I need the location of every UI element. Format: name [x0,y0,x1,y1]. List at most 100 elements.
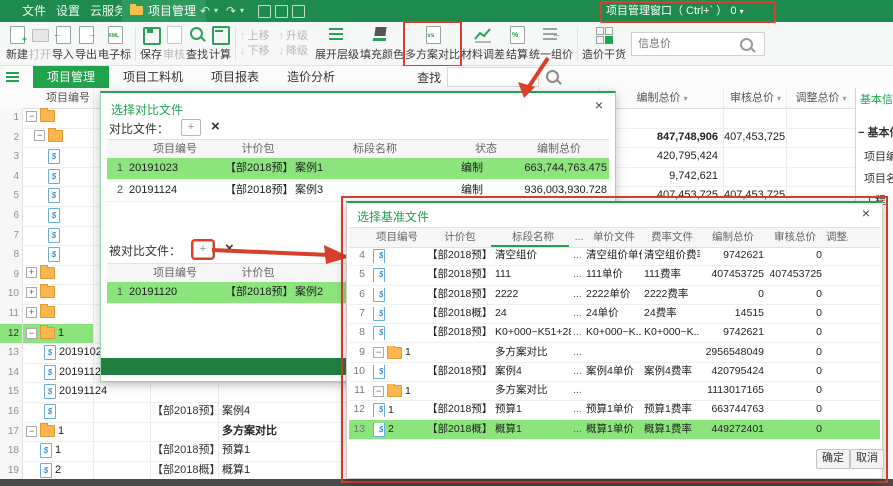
downgrade-button[interactable]: ↓ 降级 [279,44,309,59]
collapse-icon[interactable]: − [373,347,384,358]
table-row[interactable]: 8$【部2018预】K0+000~K51+282...K0+000~K...K0… [349,323,880,344]
level-group: ↑ 升级 ↓ 降级 [279,23,309,65]
tab-basic-info[interactable]: 基本信息 [860,91,893,107]
find-button[interactable]: 查找 [186,23,208,65]
undo-icon[interactable]: ↶ [200,0,210,22]
expand-icon[interactable]: + [26,286,37,298]
document-icon: $ [48,247,60,263]
ok-button[interactable]: 确定 [816,449,850,469]
document-icon: $ [373,403,385,418]
toolbar-separator [577,26,578,61]
table-header: 项目编号 计价包 标段名称 状态 编制总价 [107,139,609,160]
arrow-down-icon: ↓ [278,44,285,57]
menu-settings[interactable]: 设置 [56,0,80,22]
column-header-adjust[interactable]: 调整总价 ▾ [787,88,855,108]
redo-dropdown-icon[interactable]: ▾ [240,0,244,22]
search-icon[interactable] [545,69,561,85]
folder-icon [40,304,55,318]
move-up-button[interactable]: ↑ 上移 [240,29,270,44]
document-icon: $ [48,149,60,165]
multi-scheme-compare-button[interactable]: vs 多方案对比 [405,23,460,65]
find-input[interactable] [447,67,540,87]
tab-cost-analysis[interactable]: 造价分析 [273,66,349,88]
document-icon: $ [48,168,60,184]
save-button[interactable]: 保存 [140,23,162,65]
document-icon: $ [48,227,60,243]
add-file-button[interactable]: + [181,119,201,136]
column-header-compile[interactable]: 编制总价 ▾ [600,88,724,108]
document-icon: $ [48,188,60,204]
document-icon: $ [44,404,56,419]
folder-icon [387,384,402,398]
dialog-title: 选择对比文件 [111,103,184,117]
table-row[interactable]: 5 $ 【部2018预】 111... 111单价 111费率 407453725 40745… [349,265,880,286]
compile-total: 9,742,621 [669,169,718,182]
remove-file-button[interactable]: × [211,118,220,135]
tab-project-manage[interactable]: 项目管理 [33,66,110,88]
tab-project-materials[interactable]: 项目工料机 [109,66,197,88]
column-header-code[interactable]: 项目编号 [24,88,90,108]
unify-price-button[interactable]: ← 统一组价 [529,23,573,65]
column-header-audit[interactable]: 审核总价 ▾ [724,88,787,108]
material-adjust-button[interactable]: 材料调差 [461,23,505,65]
document-icon: $ [373,422,385,437]
table-row[interactable]: 10 $ 【部2018预】 案例4... 案例4单价 案例4费率 420795424 0 [349,362,880,383]
table-row-selected[interactable]: 1 20191023 【部2018预】 案例1 编制 663,744,763.475 [107,158,609,180]
cancel-button[interactable]: 取消 [850,449,884,469]
titlebar-tool-icon[interactable] [258,5,271,18]
document-icon: $ [40,443,52,459]
redo-icon[interactable]: ↷ [226,0,236,22]
table-row[interactable]: 11−1 多方案对比... 1113017165 0 [349,381,880,402]
collapse-icon[interactable]: − [373,385,384,397]
collapse-icon[interactable]: − [26,425,37,437]
table-row-selected[interactable]: 13 $2 【部2018概】 概算1... 概算1单价 概算1费率 449272401 0 [349,419,880,440]
undo-dropdown-icon[interactable]: ▾ [214,0,218,22]
audit-doc-icon [167,25,182,44]
expand-icon[interactable]: + [26,267,37,279]
tab-project-reports[interactable]: 项目报表 [197,66,273,88]
menu-file[interactable]: 文件 [22,0,46,22]
grid-icon [596,26,604,35]
table-row[interactable]: 9−1 多方案对比... 2956548049 0 [349,343,880,363]
expand-icon[interactable]: + [26,306,37,318]
collapse-icon[interactable]: − [26,327,37,339]
menu-icon[interactable] [6,72,19,74]
fill-color-button[interactable]: 填充颜色 [360,23,404,65]
collapse-icon[interactable]: − [26,110,37,122]
document-tab[interactable]: 项目管理 [122,0,207,22]
search-icon[interactable] [740,37,753,51]
settlement-button[interactable]: % 结算 [506,23,528,65]
menu-cloud[interactable]: 云服务 [90,0,126,22]
titlebar-tool-icon[interactable] [275,5,288,18]
remove-base-file-button[interactable]: × [225,240,234,257]
upgrade-button[interactable]: ↑ 升级 [279,29,309,44]
close-icon[interactable]: × [591,97,607,113]
cost-goods-button[interactable]: 造价干货 [582,23,626,65]
group-basic-info[interactable]: − 基本信息 [858,124,893,140]
import-button[interactable]: ← 导入 [52,23,74,65]
add-base-file-button[interactable]: + [193,241,213,258]
line-chart-icon [474,27,491,43]
view-tabs: 项目管理 项目工料机 项目报表 造价分析 查找 [0,66,893,89]
table-row[interactable]: 4$【部2018预】清空组价...清空组价单价清空组价费率97426210 [349,246,880,267]
audit-button[interactable]: 审核 [163,23,185,65]
table-row[interactable]: 12 $1 【部2018预】 预算1... 预算1单价 预算1费率 663744763 0 [349,400,880,421]
new-button[interactable]: + 新建 [6,23,28,65]
arrow-down-icon: ↓ [240,44,246,57]
save-icon [143,26,161,45]
calc-button[interactable]: 计算 [209,23,231,65]
document-icon: $ [44,384,56,400]
window-switcher[interactable]: 项目管理窗口（ Ctrl+` ） 0 ▾ [606,0,796,22]
toolbar-separator [235,26,236,61]
export-button[interactable]: → 导出 [75,23,97,65]
open-button[interactable]: 打开 [29,23,51,65]
table-row[interactable]: 7 $ 【部2018概】 24... 24单价 24费率 14515 0 [349,304,880,325]
toolbar-separator [135,26,136,61]
titlebar-tool-icon[interactable] [292,5,305,18]
expand-levels-button[interactable]: 展开层级 [315,23,359,65]
move-down-button[interactable]: ↓ 下移 [240,44,270,59]
table-row[interactable]: 6 $ 【部2018预】 2222... 2222单价 2222费率 0 0 [349,285,880,305]
collapse-icon[interactable]: − [34,130,45,142]
close-icon[interactable]: × [858,205,874,221]
ebid-button[interactable]: XML 电子标 [98,23,131,65]
